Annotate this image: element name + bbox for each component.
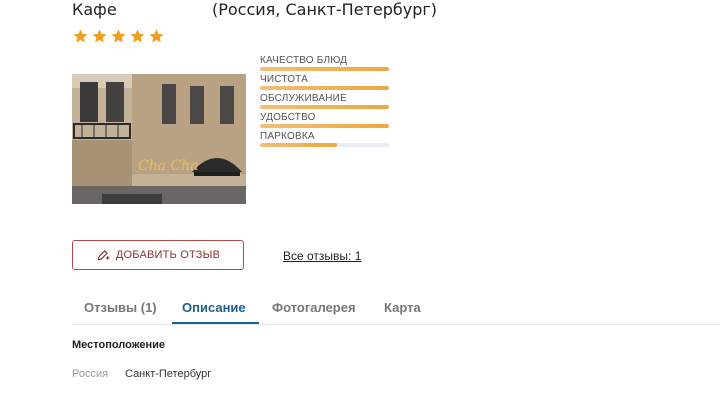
rating-bar <box>260 124 389 128</box>
rating-bar-fill <box>260 67 389 71</box>
rating-row: УДОБСТВО <box>260 111 400 130</box>
rating-bar <box>260 143 389 147</box>
location-section-title: Местоположение <box>72 339 166 351</box>
cafe-photo-illustration: Cha Cha <box>72 74 246 204</box>
rating-bar-fill <box>260 105 389 109</box>
add-review-button[interactable]: ДОБАВИТЬ ОТЗЫВ <box>72 240 244 270</box>
rating-row: ОБСЛУЖИВАНИЕ <box>260 92 400 111</box>
rating-bar-fill <box>260 143 338 147</box>
cafe-photo[interactable]: Cha Cha <box>72 74 246 204</box>
ratings-panel: КАЧЕСТВО БЛЮД ЧИСТОТА ОБСЛУЖИВАНИЕ УДОБС… <box>260 54 400 149</box>
location-country: Россия <box>72 368 109 380</box>
location-city: Санкт-Петербург <box>125 368 212 380</box>
pencil-plus-icon <box>97 250 110 261</box>
tab-reviews[interactable]: Отзывы (1) <box>84 300 157 315</box>
tab-gallery[interactable]: Фотогалерея <box>272 300 356 315</box>
page-title: Кафе <box>72 0 117 19</box>
rating-label: КАЧЕСТВО БЛЮД <box>260 55 348 66</box>
tab-bar: Отзывы (1) Описание Фотогалерея Карта <box>72 292 720 325</box>
rating-label: ЧИСТОТА <box>260 74 309 85</box>
star-icon <box>73 29 88 43</box>
rating-bar-fill <box>260 124 389 128</box>
rating-row: ЧИСТОТА <box>260 73 400 92</box>
rating-label: УДОБСТВО <box>260 112 316 123</box>
tab-description[interactable]: Описание <box>182 300 246 315</box>
tab-map[interactable]: Карта <box>384 300 421 315</box>
cafe-sign-text: Cha Cha <box>138 158 199 174</box>
rating-bar <box>260 86 389 90</box>
header: Кафе (Россия, Санкт-Петербург) <box>72 0 712 22</box>
rating-label: ОБСЛУЖИВАНИЕ <box>260 93 347 104</box>
add-review-label: ДОБАВИТЬ ОТЗЫВ <box>115 249 221 261</box>
rating-bar <box>260 67 389 71</box>
active-tab-indicator <box>172 322 259 324</box>
star-icon <box>149 29 164 43</box>
star-rating <box>72 28 165 48</box>
rating-row: КАЧЕСТВО БЛЮД <box>260 54 400 73</box>
rating-row: ПАРКОВКА <box>260 130 400 149</box>
star-icon <box>92 29 107 43</box>
rating-label: ПАРКОВКА <box>260 131 315 142</box>
page-location: (Россия, Санкт-Петербург) <box>212 0 437 19</box>
rating-bar <box>260 105 389 109</box>
star-icon <box>111 29 126 43</box>
all-reviews-link[interactable]: Все отзывы: 1 <box>283 249 361 263</box>
rating-bar-fill <box>260 86 389 90</box>
star-icon <box>130 29 145 43</box>
